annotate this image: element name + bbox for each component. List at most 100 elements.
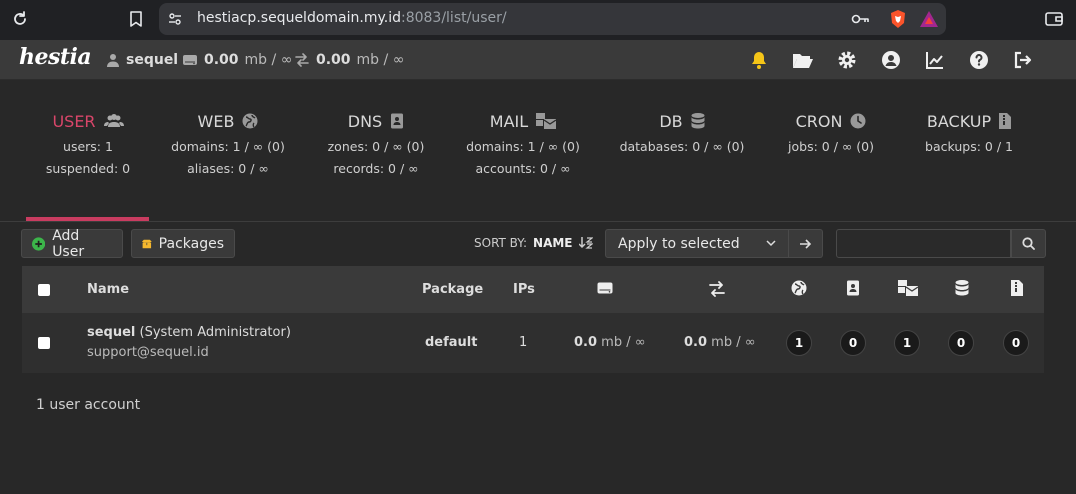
wallet-icon[interactable] xyxy=(1044,10,1064,28)
row-disk-value: 0.0 xyxy=(574,335,598,350)
row-email: support@sequel.id xyxy=(87,345,209,360)
key-icon[interactable] xyxy=(851,12,871,26)
tab-label: WEB xyxy=(197,111,235,131)
add-user-button[interactable]: Add User xyxy=(21,227,123,260)
row-bandwidth-value: 0.0 xyxy=(684,335,708,350)
row-checkbox[interactable] xyxy=(38,337,50,349)
app-header: hestia sequel 0.00 mb / ∞ 0.00 mb / ∞ xyxy=(0,40,1076,80)
url-path: :8083/list/user/ xyxy=(400,10,507,26)
table-header: Name Package IPs xyxy=(22,266,1044,313)
folder-open-icon[interactable] xyxy=(792,50,814,70)
row-username[interactable]: sequel xyxy=(87,325,135,340)
row-bandwidth-usage: 0.0 mb / ∞ xyxy=(684,335,756,350)
tab-stat: users: 1 xyxy=(63,139,113,154)
row-disk-usage: 0.0 mb / ∞ xyxy=(574,335,646,350)
header-username: sequel xyxy=(126,52,179,68)
bulk-action-select[interactable]: Apply to selected xyxy=(605,229,789,258)
address-book-icon xyxy=(846,280,860,296)
row-web-domains-count: 1 xyxy=(786,330,812,356)
tab-mail[interactable]: MAIL domains: 1 / ∞ (0) accounts: 0 / ∞ xyxy=(453,110,593,176)
tab-stat: databases: 0 / ∞ (0) xyxy=(619,139,745,154)
bulk-action-value: Apply to selected xyxy=(618,236,740,252)
add-user-label: Add User xyxy=(52,227,85,260)
header-disk-unit: mb / ∞ xyxy=(244,52,293,68)
tab-web[interactable]: WEB domains: 1 / ∞ (0) aliases: 0 / ∞ xyxy=(158,110,298,176)
row-disk-unit: mb / ∞ xyxy=(601,335,646,350)
file-archive-icon xyxy=(1011,280,1023,296)
sort-by-control[interactable]: SORT BY: NAME xyxy=(474,236,593,250)
tab-stat: domains: 1 / ∞ (0) xyxy=(466,139,580,154)
row-bandwidth-unit: mb / ∞ xyxy=(711,335,756,350)
search-button[interactable] xyxy=(1011,229,1046,258)
chart-line-icon[interactable] xyxy=(925,50,945,70)
tab-stat: backups: 0 / 1 xyxy=(925,139,1013,154)
column-header-ips[interactable]: IPs xyxy=(513,282,535,297)
hdd-icon xyxy=(597,281,613,295)
database-icon xyxy=(691,113,705,129)
select-all-checkbox[interactable] xyxy=(38,284,50,296)
bell-icon[interactable] xyxy=(750,50,768,70)
tab-label: DNS xyxy=(347,111,383,131)
tab-stat: aliases: 0 / ∞ xyxy=(187,161,269,176)
clock-icon xyxy=(850,113,866,129)
plus-circle-icon xyxy=(32,236,46,251)
column-header-package[interactable]: Package xyxy=(422,282,483,297)
tab-stat: zones: 0 / ∞ (0) xyxy=(327,139,425,154)
site-info-icon[interactable] xyxy=(167,11,183,27)
sort-by-label: SORT BY: xyxy=(474,236,528,250)
apply-bulk-action-button[interactable] xyxy=(789,229,823,258)
packages-button[interactable]: Packages xyxy=(131,229,235,258)
tab-dns[interactable]: DNS zones: 0 / ∞ (0) records: 0 / ∞ xyxy=(306,110,446,176)
address-book-icon xyxy=(391,113,404,129)
arrow-right-icon xyxy=(799,238,811,249)
search-input[interactable] xyxy=(836,229,1011,258)
hdd-icon xyxy=(183,55,197,65)
reload-icon[interactable] xyxy=(11,10,29,28)
user-icon xyxy=(107,54,119,67)
globe-icon xyxy=(242,113,258,129)
box-open-icon xyxy=(142,239,152,248)
header-bandwidth-value: 0.00 xyxy=(316,52,351,68)
user-circle-icon[interactable] xyxy=(881,50,901,70)
row-role: (System Administrator) xyxy=(139,325,291,340)
row-backups-count: 0 xyxy=(1003,330,1029,356)
sort-alpha-down-icon xyxy=(578,237,593,249)
column-header-name[interactable]: Name xyxy=(87,282,129,297)
globe-icon xyxy=(791,280,807,296)
row-mail-domains-count: 1 xyxy=(894,330,920,356)
hestia-logo[interactable]: hestia xyxy=(19,44,92,70)
question-circle-icon[interactable] xyxy=(969,50,989,70)
exchange-icon xyxy=(295,53,309,67)
mail-bulk-icon xyxy=(898,280,918,296)
sort-by-value: NAME xyxy=(533,236,573,250)
mail-bulk-icon xyxy=(536,113,557,129)
row-package: default xyxy=(425,335,478,350)
brave-shield-icon[interactable] xyxy=(888,9,908,29)
gear-icon[interactable] xyxy=(837,50,857,70)
address-bar[interactable]: hestiacp.sequeldomain.my.id:8083/list/us… xyxy=(159,3,946,35)
header-bandwidth-unit: mb / ∞ xyxy=(356,52,405,68)
bookmark-icon[interactable] xyxy=(128,10,144,28)
tab-stat: domains: 1 / ∞ (0) xyxy=(171,139,285,154)
brave-rewards-icon[interactable] xyxy=(919,9,939,29)
tab-label: BACKUP xyxy=(926,111,992,131)
user-name-cell[interactable]: sequel (System Administrator) xyxy=(87,325,291,340)
header-user[interactable]: sequel xyxy=(106,52,178,68)
tab-stat: records: 0 / ∞ xyxy=(333,161,419,176)
table-row: sequel (System Administrator) support@se… xyxy=(22,313,1044,373)
tab-user[interactable]: USER users: 1 suspended: 0 xyxy=(18,110,158,176)
packages-label: Packages xyxy=(158,235,224,252)
tab-label: USER xyxy=(52,111,96,131)
tab-backup[interactable]: BACKUP backups: 0 / 1 xyxy=(899,110,1039,154)
section-tabs: USER users: 1 suspended: 0 WEB domains: … xyxy=(0,80,1076,222)
exchange-icon xyxy=(708,281,726,297)
url-text[interactable]: hestiacp.sequeldomain.my.id:8083/list/us… xyxy=(197,10,507,26)
sign-out-icon[interactable] xyxy=(1013,50,1033,70)
row-dns-zones-count: 0 xyxy=(840,330,866,356)
row-ips: 1 xyxy=(519,335,528,350)
active-tab-indicator xyxy=(26,217,149,221)
tab-cron[interactable]: CRON jobs: 0 / ∞ (0) xyxy=(761,110,901,154)
tab-db[interactable]: DB databases: 0 / ∞ (0) xyxy=(612,110,752,154)
tab-stat: jobs: 0 / ∞ (0) xyxy=(788,139,874,154)
user-count: 1 user account xyxy=(36,397,141,413)
